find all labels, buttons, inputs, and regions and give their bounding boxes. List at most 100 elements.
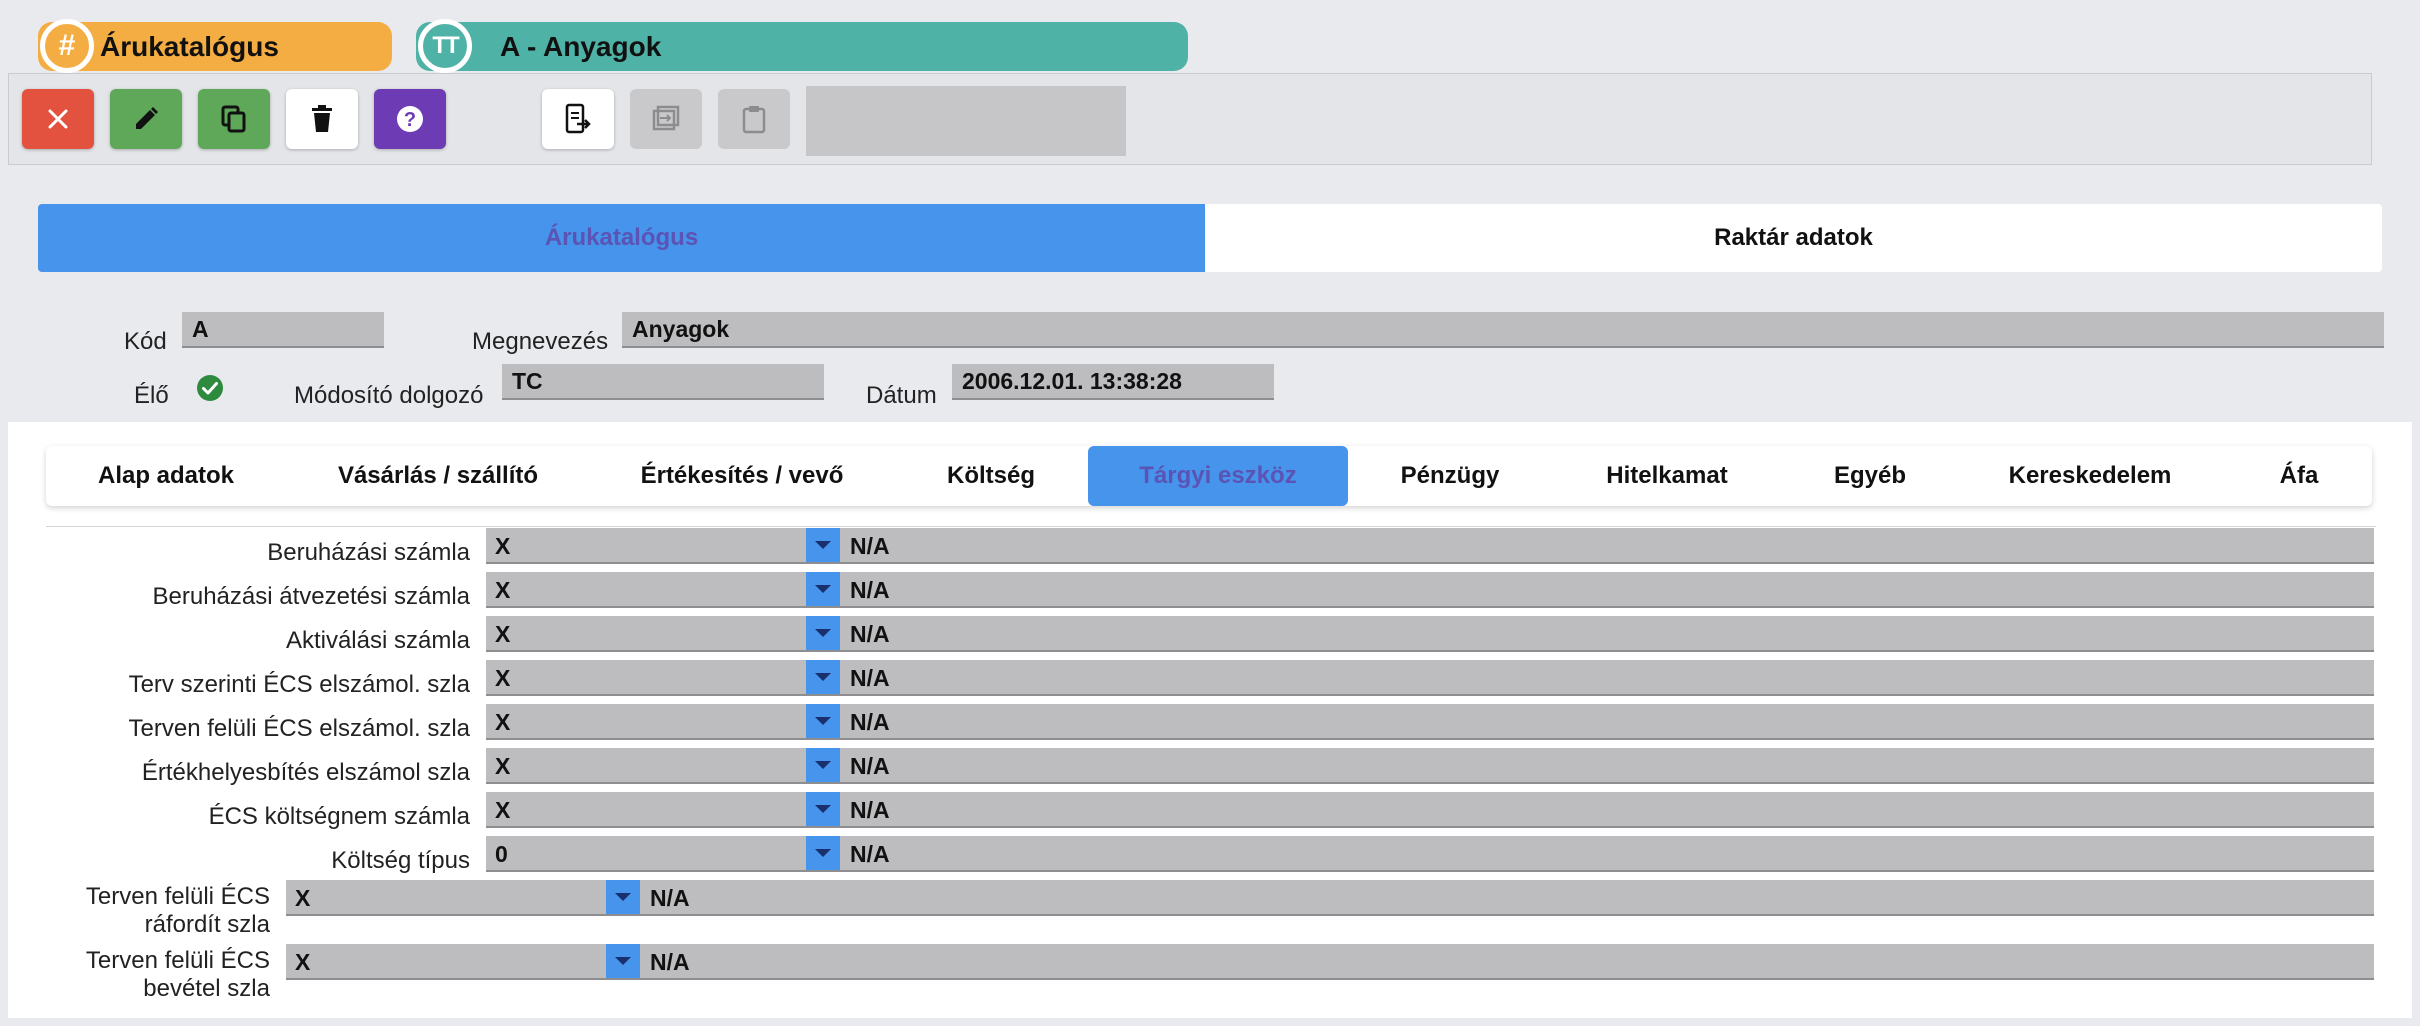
section-divider: [46, 526, 2376, 527]
dropdown-button[interactable]: [606, 944, 640, 978]
elo-label: Élő: [134, 382, 169, 409]
row-label: Költség típus: [331, 847, 470, 874]
tab-arukatalogus[interactable]: Árukatalógus: [38, 204, 1205, 272]
subtab-targyi-eszkoz[interactable]: Tárgyi eszköz: [1088, 446, 1348, 506]
row-label-line: bevétel szla: [143, 975, 270, 1002]
paste-button[interactable]: [718, 89, 790, 149]
dropdown-button[interactable]: [606, 880, 640, 914]
chevron-down-icon: [815, 585, 831, 593]
breadcrumb-item-anyagok[interactable]: A - Anyagok: [416, 22, 1188, 71]
account-select-ertekhelyesbites[interactable]: [486, 748, 2374, 784]
account-select-koltseg-tipus[interactable]: [486, 836, 2374, 872]
account-description: N/A: [650, 949, 690, 975]
chevron-down-icon: [815, 849, 831, 857]
kod-field[interactable]: A: [182, 312, 384, 348]
subtab-ertekesites-vevo[interactable]: Értékesítés / vevő: [606, 446, 878, 506]
hash-icon: #: [40, 19, 94, 73]
subtab-label: Értékesítés / vevő: [640, 462, 844, 489]
chevron-down-icon: [815, 717, 831, 725]
subtab-kereskedelem[interactable]: Kereskedelem: [1972, 446, 2208, 506]
subtab-label: Tárgyi eszköz: [1139, 462, 1297, 489]
dropdown-button[interactable]: [806, 792, 840, 826]
dropdown-button[interactable]: [806, 572, 840, 606]
chevron-down-icon: [615, 957, 631, 965]
row-label: Aktiválási számla: [285, 627, 470, 654]
account-select-bevetel[interactable]: [286, 944, 2374, 980]
subtab-afa[interactable]: Áfa: [2226, 446, 2372, 506]
row-label-line: Terven felüli ÉCS: [85, 883, 270, 910]
account-select-beruhazasi[interactable]: [486, 528, 2374, 564]
clipboard-icon: [742, 106, 766, 134]
tab-raktar-adatok[interactable]: Raktár adatok: [1205, 204, 2382, 272]
account-code: X: [495, 621, 511, 647]
account-code: X: [495, 797, 511, 823]
chevron-down-icon: [815, 805, 831, 813]
account-select-terven-feluli-ecs[interactable]: [486, 704, 2374, 740]
subtab-label: Pénzügy: [1400, 462, 1500, 489]
account-code: 0: [495, 841, 508, 867]
subtab-label: Egyéb: [1833, 462, 1907, 489]
close-button[interactable]: [22, 89, 94, 149]
account-select-raforditas[interactable]: [286, 880, 2374, 916]
account-code: X: [295, 885, 311, 911]
chevron-down-icon: [615, 893, 631, 901]
dropdown-button[interactable]: [806, 748, 840, 782]
check-circle-icon[interactable]: [196, 374, 224, 402]
export-button[interactable]: [542, 89, 614, 149]
account-code: X: [495, 709, 511, 735]
account-description: N/A: [850, 841, 890, 867]
row-label: Beruházási átvezetési számla: [152, 583, 470, 610]
account-description: N/A: [850, 709, 890, 735]
dropdown-button[interactable]: [806, 528, 840, 562]
dropdown-button[interactable]: [806, 836, 840, 870]
subtab-label: Alap adatok: [97, 462, 235, 489]
chevron-down-icon: [815, 629, 831, 637]
row-label: Értékhelyesbítés elszámol szla: [141, 759, 470, 786]
datum-label: Dátum: [866, 382, 937, 409]
dropdown-button[interactable]: [806, 704, 840, 738]
delete-button[interactable]: [286, 89, 358, 149]
subtab-label: Hitelkamat: [1606, 462, 1728, 489]
account-description: N/A: [850, 533, 890, 559]
row-label: Terven felüli ÉCS bevétel szla: [86, 947, 270, 1003]
megnevezes-field[interactable]: Anyagok: [622, 312, 2384, 348]
tab-label: Árukatalógus: [544, 224, 699, 251]
subtab-hitelkamat[interactable]: Hitelkamat: [1560, 446, 1774, 506]
subtab-penzugy[interactable]: Pénzügy: [1360, 446, 1540, 506]
dropdown-button[interactable]: [806, 660, 840, 694]
account-select-beruhazasi-atvezetesi[interactable]: [486, 572, 2374, 608]
dropdown-button[interactable]: [806, 616, 840, 650]
modosito-field[interactable]: TC: [502, 364, 824, 400]
subtab-vasarlas-szallito[interactable]: Vásárlás / szállító: [300, 446, 576, 506]
modosito-label: Módosító dolgozó: [294, 382, 484, 409]
account-code: X: [495, 533, 511, 559]
account-description: N/A: [850, 797, 890, 823]
account-select-ecs-koltsegnem[interactable]: [486, 792, 2374, 828]
datum-field[interactable]: 2006.12.01. 13:38:28: [952, 364, 1274, 400]
import-button[interactable]: [630, 89, 702, 149]
chevron-down-icon: [815, 673, 831, 681]
subtab-label: Kereskedelem: [2008, 462, 2172, 489]
help-button[interactable]: ?: [374, 89, 446, 149]
subtab-egyeb[interactable]: Egyéb: [1790, 446, 1950, 506]
account-description: N/A: [850, 753, 890, 779]
row-label: Beruházási számla: [267, 539, 470, 566]
chevron-down-icon: [815, 541, 831, 549]
account-description: N/A: [850, 621, 890, 647]
subtab-koltseg[interactable]: Költség: [902, 446, 1080, 506]
subtab-label: Költség: [946, 462, 1035, 489]
copy-button[interactable]: [198, 89, 270, 149]
account-select-terv-szerinti-ecs[interactable]: [486, 660, 2374, 696]
account-code: X: [495, 577, 511, 603]
account-code: X: [495, 665, 511, 691]
edit-button[interactable]: [110, 89, 182, 149]
account-select-aktivalasi[interactable]: [486, 616, 2374, 652]
trash-icon: [312, 105, 332, 132]
toolbar: [8, 73, 2372, 165]
toolbar-placeholder: [806, 86, 1126, 156]
account-description: N/A: [850, 665, 890, 691]
help-icon: ?: [397, 106, 423, 132]
row-label-line: Terven felüli ÉCS: [85, 947, 270, 974]
subtab-alap-adatok[interactable]: Alap adatok: [46, 446, 286, 506]
breadcrumb-label: Árukatalógus: [100, 31, 279, 62]
